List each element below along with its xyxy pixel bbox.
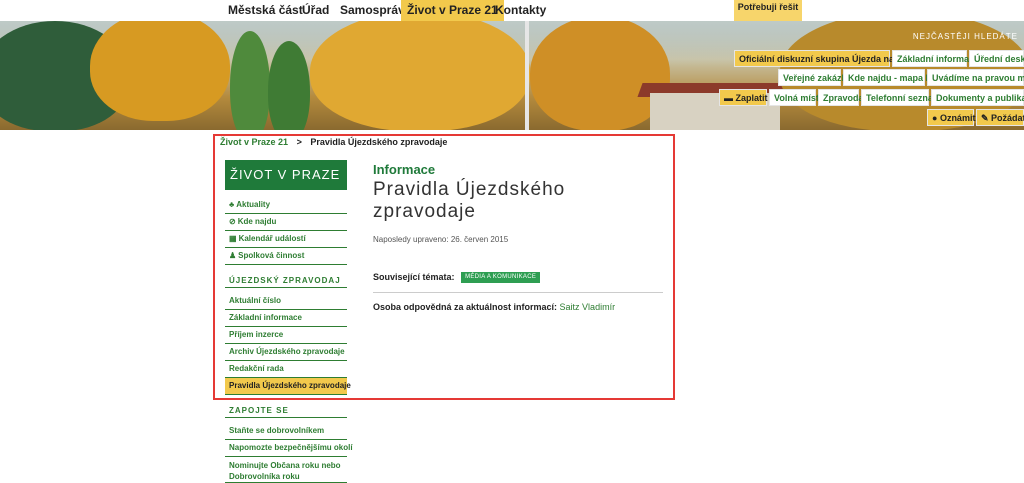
- calendar-icon: ▦: [229, 234, 237, 243]
- speech-icon: ●: [932, 113, 940, 123]
- page-category: Informace: [373, 162, 436, 177]
- sidebar-item-news[interactable]: ♣ Aktuality: [225, 197, 347, 214]
- need-to-solve-button[interactable]: Potřebuji řešit: [734, 0, 802, 21]
- sidebar-item-label: Aktuality: [236, 200, 271, 209]
- last-updated: Naposledy upraveno: 26. červen 2015: [373, 235, 509, 244]
- page-title: Pravidla Újezdského zpravodaje: [373, 179, 566, 222]
- nav-urad[interactable]: Úřad: [296, 0, 335, 21]
- sidebar-section-zpravodaj: ÚJEZDSKÝ ZPRAVODAJ: [225, 274, 347, 288]
- sidebar-list: ♣ Aktuality ⊘ Kde najdu ▦ Kalendář událostí…: [225, 197, 347, 265]
- quick-link-discussion-group[interactable]: Oficiální diskuzní skupina Újezda nad Le…: [734, 50, 923, 67]
- quick-link-report[interactable]: ● Oznámit: [927, 109, 976, 126]
- quick-link-newsletter[interactable]: Zpravodaj: [818, 89, 866, 106]
- sidebar-item-current-issue[interactable]: Aktuální číslo: [225, 293, 347, 310]
- responsible-person-link[interactable]: Saitz Vladimír: [560, 302, 616, 312]
- sidebar: ŽIVOT V PRAZE 21 ♣ Aktuality ⊘ Kde najdu ▦…: [225, 160, 353, 483]
- breadcrumb-separator: >: [296, 137, 302, 147]
- sidebar-item-calendar[interactable]: ▦ Kalendář událostí: [225, 231, 347, 248]
- quick-link-pay[interactable]: ▬ Zaplatit: [719, 89, 768, 106]
- related-topics-label: Související témata:: [373, 272, 455, 282]
- sidebar-item-nominate[interactable]: Nominujte Občana roku nebo Dobrovolníka …: [225, 457, 347, 483]
- sidebar-item-safety[interactable]: Napomozte bezpečnějšímu okolí: [225, 440, 353, 457]
- sidebar-item-archive[interactable]: Archiv Újezdského zpravodaje: [225, 344, 347, 361]
- breadcrumb-current: Pravidla Újezdského zpravodaje: [310, 137, 448, 147]
- request-label: Požádat: [991, 113, 1024, 123]
- quick-link-documents[interactable]: Dokumenty a publikace: [931, 89, 1024, 106]
- sidebar-item-editorial-board[interactable]: Redakční rada: [225, 361, 347, 378]
- responsible-label: Osoba odpovědná za aktuálnost informací:: [373, 302, 558, 312]
- sidebar-item-volunteer[interactable]: Staňte se dobrovolníkem: [225, 423, 347, 440]
- quick-link-phone-list[interactable]: Telefonní seznam: [861, 89, 941, 106]
- nav-kontakty[interactable]: Kontakty: [489, 0, 552, 21]
- wallet-icon: ▬: [724, 93, 736, 103]
- quick-link-basic-info[interactable]: Základní informace: [892, 50, 979, 67]
- banner-tree: [230, 31, 270, 130]
- banner-tree: [530, 21, 670, 130]
- main-content: Informace Pravidla Újezdského zpravodaje…: [373, 162, 663, 312]
- sidebar-item-ads[interactable]: Příjem inzerce: [225, 327, 347, 344]
- hand-icon: ✎: [981, 113, 992, 123]
- quick-link-fact-check[interactable]: Uvádíme na pravou míru: [927, 69, 1024, 86]
- sidebar-item-rules[interactable]: Pravidla Újezdského zpravodaje: [225, 378, 351, 395]
- quick-link-jobs[interactable]: Volná místa: [769, 89, 824, 106]
- banner-tree: [268, 41, 310, 130]
- topic-tag[interactable]: MÉDIA A KOMUNIKACE: [461, 272, 541, 284]
- quick-link-map[interactable]: Kde najdu - mapa MČ: [843, 69, 940, 86]
- banner-pole: [525, 21, 529, 130]
- banner-tree: [90, 21, 230, 121]
- sidebar-section-get-involved: ZAPOJTE SE: [225, 404, 347, 418]
- sidebar-item-clubs[interactable]: ♟ Spolková činnost: [225, 248, 347, 265]
- responsible-person: Osoba odpovědná za aktuálnost informací:…: [373, 302, 663, 312]
- sidebar-item-label: Kalendář událostí: [238, 234, 306, 243]
- breadcrumb: Život v Praze 21 > Pravidla Újezdského z…: [220, 137, 447, 147]
- quick-link-public-contracts[interactable]: Veřejné zakázky: [778, 69, 852, 86]
- sidebar-item-label: Spolková činnost: [238, 251, 305, 260]
- banner-tree: [310, 21, 530, 130]
- related-topics: Související témata: MÉDIA A KOMUNIKACE: [373, 271, 663, 285]
- compass-icon: ⊘: [229, 217, 236, 226]
- quick-links-label: NEJČASTĚJI HLEDÁTE: [912, 32, 1018, 41]
- divider: [373, 292, 663, 293]
- pay-label: Zaplatit: [735, 93, 768, 103]
- sidebar-item-basic-info[interactable]: Základní informace: [225, 310, 347, 327]
- breadcrumb-link[interactable]: Život v Praze 21: [220, 137, 288, 147]
- sidebar-item-where[interactable]: ⊘ Kde najdu: [225, 214, 347, 231]
- sidebar-heading: ŽIVOT V PRAZE 21: [225, 160, 347, 212]
- top-navigation: Městská část Úřad Samospráva Život v Pra…: [0, 0, 1024, 21]
- people-icon: ♟: [229, 251, 237, 260]
- tree-icon: ♣: [229, 200, 235, 209]
- quick-link-official-board[interactable]: Úřední deska: [969, 50, 1024, 67]
- quick-link-request[interactable]: ✎ Požádat: [976, 109, 1024, 126]
- sidebar-item-label: Kde najdu: [237, 217, 277, 226]
- report-label: Oznámit: [939, 113, 976, 123]
